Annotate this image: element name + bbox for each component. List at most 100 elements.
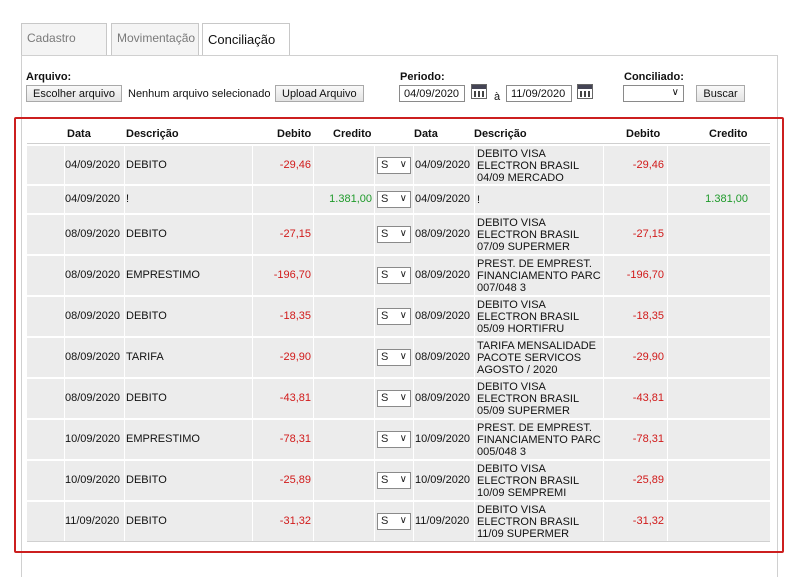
column-separator (124, 338, 125, 377)
row-date-2: 08/09/2020 (415, 392, 471, 404)
description-line: 10/09 SEMPREMI (477, 487, 567, 499)
row-debit-2: -18,35 (632, 310, 664, 322)
column-separator (374, 146, 375, 184)
column-separator (603, 461, 604, 500)
calendar-icon[interactable] (471, 84, 487, 99)
row-description-2: DEBITO VISA ELECTRON BRASIL 11/09 SUPERMER (477, 504, 579, 540)
table-row: 08/09/2020 DEBITO -27,15 S ∨ 08/09/2020 DEBITO… (27, 215, 770, 255)
column-separator (474, 461, 475, 500)
column-separator (313, 215, 314, 254)
description-line: ELECTRON BRASIL (477, 393, 580, 405)
row-debit: -29,90 (279, 351, 311, 363)
match-select[interactable]: S ∨ (377, 226, 411, 243)
description-line: 07/09 SUPERMER (477, 241, 570, 253)
match-value: S (381, 392, 389, 404)
column-separator (474, 379, 475, 418)
col-debito: Debito (277, 128, 312, 140)
chevron-down-icon: ∨ (671, 87, 679, 98)
row-date: 08/09/2020 (65, 351, 121, 363)
description-line: DEBITO VISA (477, 504, 546, 516)
col-descricao-2: Descrição (474, 128, 527, 140)
choose-file-button[interactable]: Escolher arquivo (26, 85, 122, 102)
match-select[interactable]: S ∨ (377, 308, 411, 325)
row-date-2: 04/09/2020 (415, 159, 471, 171)
match-select[interactable]: S ∨ (377, 157, 411, 174)
tab-cadastro[interactable]: Cadastro (21, 23, 107, 55)
match-select[interactable]: S ∨ (377, 267, 411, 284)
match-select[interactable]: S ∨ (377, 513, 411, 530)
date-from-input[interactable]: 04/09/2020 (399, 85, 465, 102)
column-separator (474, 215, 475, 254)
row-date: 04/09/2020 (65, 159, 121, 171)
description-line: 007/048 3 (477, 282, 526, 294)
tab-movimentacao[interactable]: Movimentação (111, 23, 199, 55)
column-separator (667, 215, 668, 254)
date-separator: à (494, 91, 501, 103)
no-file-text: Nenhum arquivo selecionado (128, 88, 271, 100)
column-separator (603, 215, 604, 254)
chevron-down-icon: ∨ (399, 310, 407, 321)
column-separator (667, 186, 668, 213)
column-separator (603, 186, 604, 213)
arquivo-label: Arquivo: (26, 71, 72, 83)
column-separator (374, 215, 375, 254)
calendar-icon[interactable] (577, 84, 593, 99)
column-separator (374, 186, 375, 213)
conciliado-select[interactable]: ∨ (623, 85, 684, 102)
row-date-2: 08/09/2020 (415, 269, 471, 281)
match-select[interactable]: S ∨ (377, 390, 411, 407)
column-separator (124, 215, 125, 254)
row-debit-2: -25,89 (632, 474, 664, 486)
column-separator (413, 215, 414, 254)
row-debit-2: -78,31 (632, 433, 664, 445)
column-separator (667, 256, 668, 295)
column-separator (124, 502, 125, 541)
description-line: PREST. DE EMPREST. (477, 258, 592, 270)
row-credit: 1.381,00 (329, 193, 372, 205)
column-separator (374, 420, 375, 459)
column-separator (474, 338, 475, 377)
description-line: DEBITO VISA (477, 148, 546, 160)
table-row: 08/09/2020 EMPRESTIMO -196,70 S ∨ 08/09/2020 P… (27, 256, 770, 296)
column-separator (374, 502, 375, 541)
date-to-input[interactable]: 11/09/2020 (506, 85, 572, 102)
column-separator (603, 502, 604, 541)
row-date-2: 11/09/2020 (415, 515, 470, 527)
chevron-down-icon: ∨ (399, 228, 407, 239)
row-description-2: PREST. DE EMPREST. FINANCIAMENTO PARC 007/… (477, 258, 601, 294)
row-description-2: PREST. DE EMPREST. FINANCIAMENTO PARC 005/… (477, 422, 601, 458)
column-separator (667, 338, 668, 377)
match-select[interactable]: S ∨ (377, 472, 411, 489)
column-separator (313, 186, 314, 213)
column-separator (252, 379, 253, 418)
match-select[interactable]: S ∨ (377, 191, 411, 208)
row-date-2: 08/09/2020 (415, 228, 471, 240)
column-separator (413, 502, 414, 541)
match-select[interactable]: S ∨ (377, 349, 411, 366)
match-select[interactable]: S ∨ (377, 431, 411, 448)
description-line: ! (477, 194, 481, 206)
column-separator (374, 297, 375, 336)
match-value: S (381, 159, 389, 171)
description-line: DEBITO VISA (477, 217, 546, 229)
column-separator (374, 379, 375, 418)
buscar-button[interactable]: Buscar (696, 85, 745, 102)
row-debit-2: -43,81 (632, 392, 664, 404)
column-separator (124, 379, 125, 418)
row-date-2: 08/09/2020 (415, 351, 471, 363)
upload-button[interactable]: Upload Arquivo (275, 85, 364, 102)
column-separator (667, 420, 668, 459)
row-date-2: 10/09/2020 (415, 474, 471, 486)
column-separator (124, 420, 125, 459)
table-row: 04/09/2020 DEBITO -29,46 S ∨ 04/09/2020 DEBITO… (27, 146, 770, 185)
column-separator (252, 338, 253, 377)
column-separator (374, 338, 375, 377)
table-row: 08/09/2020 DEBITO -43,81 S ∨ 08/09/2020 DEBITO… (27, 379, 770, 419)
row-date: 04/09/2020 (65, 193, 121, 205)
column-separator (124, 256, 125, 295)
row-date: 08/09/2020 (65, 228, 121, 240)
row-debit-2: -29,90 (632, 351, 664, 363)
match-value: S (381, 474, 389, 486)
tab-conciliacao[interactable]: Conciliação (202, 23, 290, 56)
column-separator (413, 297, 414, 336)
